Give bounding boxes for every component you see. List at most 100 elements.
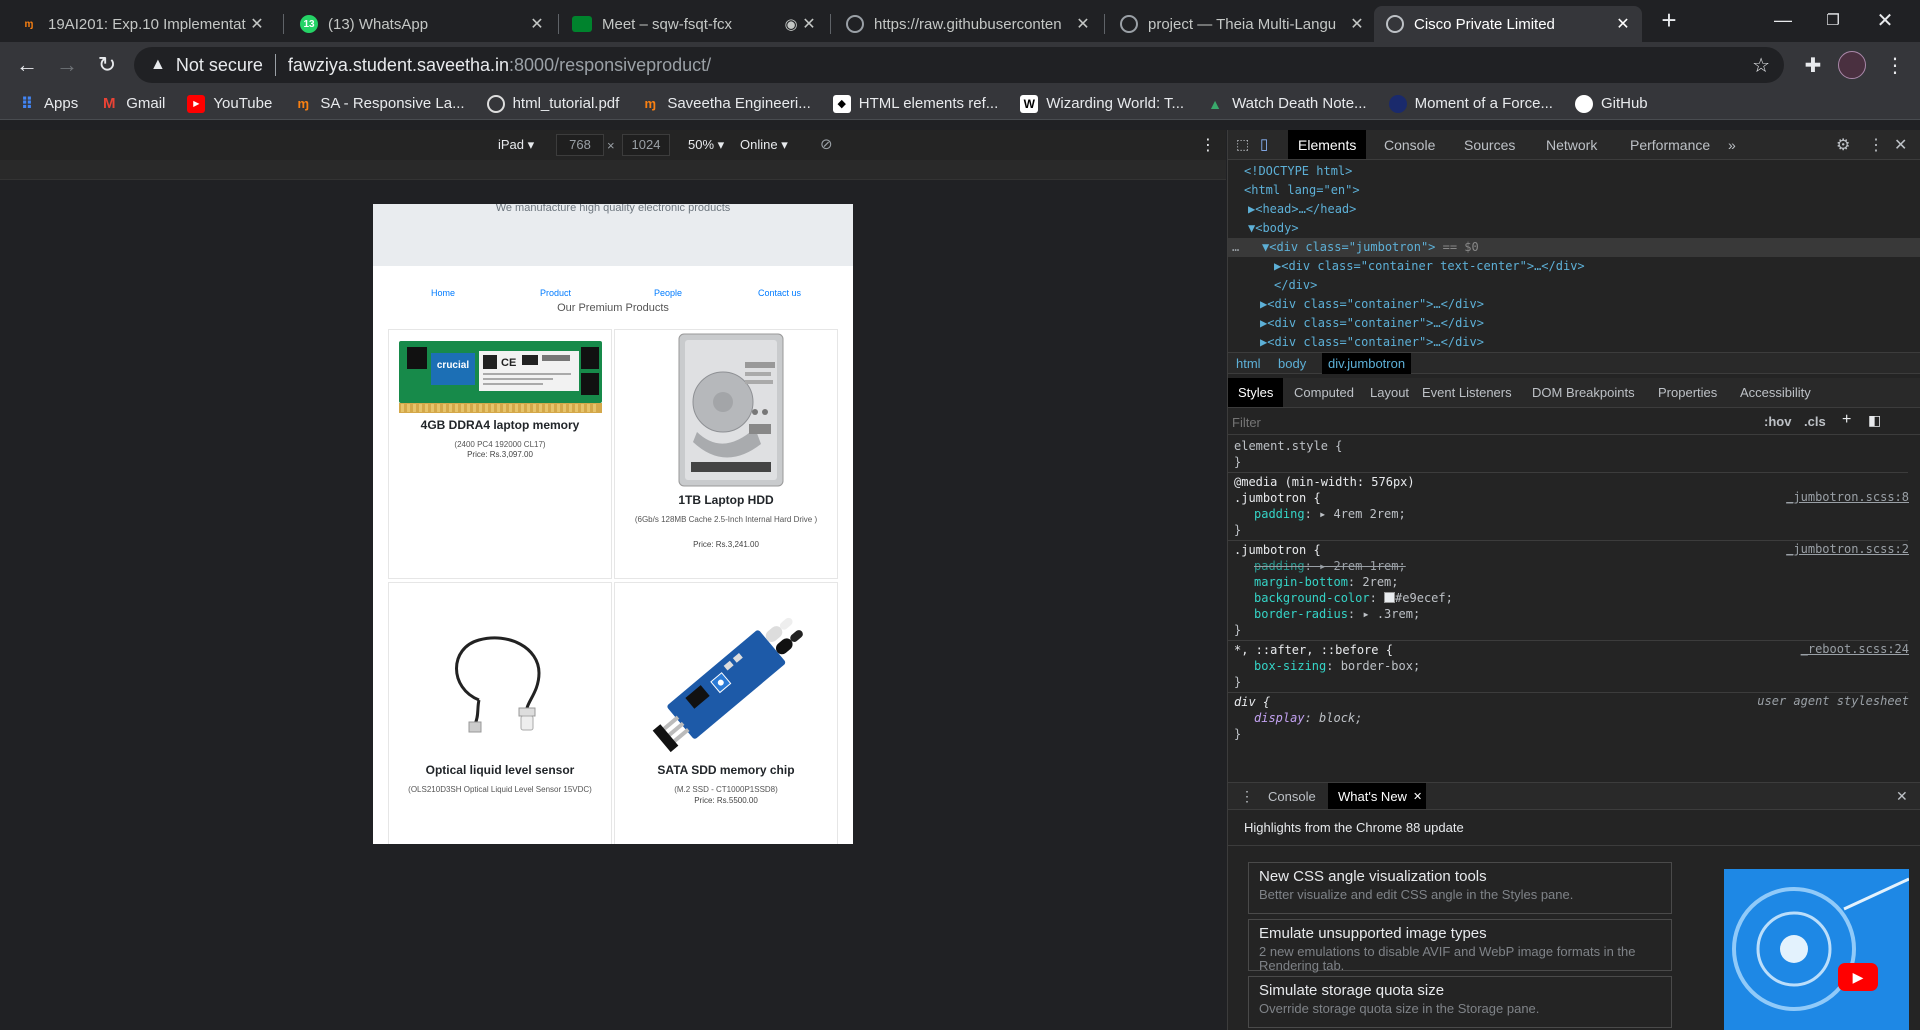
bookmark-star-icon[interactable]: ☆ [1752, 53, 1770, 78]
styles-tab-styles[interactable]: Styles [1228, 378, 1284, 407]
network-throttle-select[interactable]: Online ▾ [740, 137, 788, 153]
bookmark-youtube[interactable]: ▶ YouTube [187, 94, 272, 113]
product-card[interactable]: SATA SDD memory chip (M.2 SSD - CT1000P1… [614, 582, 838, 844]
rule-element-style[interactable]: element.style { [1234, 438, 1342, 454]
styles-tab-event-listeners[interactable]: Event Listeners [1412, 378, 1522, 407]
close-tab-icon[interactable]: ✕ [1348, 14, 1366, 34]
dom-node[interactable]: ▶<div class="container">…</div> [1228, 295, 1920, 314]
tab-github-raw[interactable]: https://raw.githubuserconten ✕ [834, 6, 1102, 42]
dom-node[interactable]: ▼<body> [1228, 219, 1920, 238]
bookmark-wizarding-world[interactable]: W Wizarding World: T... [1020, 94, 1184, 113]
styles-filter-input[interactable] [1232, 412, 1652, 432]
device-width-input[interactable]: 768 [556, 134, 604, 156]
rule-selector[interactable]: *, ::after, ::before { [1234, 642, 1393, 658]
hov-toggle[interactable]: :hov [1764, 414, 1791, 429]
nav-home[interactable]: Home [431, 288, 455, 298]
bookmark-gmail[interactable]: M Gmail [100, 95, 165, 113]
drawer-tab-console[interactable]: Console [1258, 783, 1326, 809]
tab-moodle[interactable]: ɱ 19AI201: Exp.10 Implementat ✕ [8, 6, 276, 42]
whats-new-card[interactable]: Emulate unsupported image types 2 new em… [1248, 919, 1672, 973]
dom-node[interactable]: </div> [1228, 276, 1920, 295]
nav-people[interactable]: People [654, 288, 682, 298]
extensions-puzzle-icon[interactable]: ✚ [1796, 48, 1830, 82]
kebab-menu-icon[interactable]: ⋮ [1878, 48, 1912, 82]
rule-source-link[interactable]: _jumbotron.scss:8 [1786, 490, 1909, 504]
styles-tab-layout[interactable]: Layout [1360, 378, 1419, 407]
rule-selector[interactable]: div { [1234, 694, 1270, 710]
styles-tab-dom-breakpoints[interactable]: DOM Breakpoints [1522, 378, 1645, 407]
product-card[interactable]: crucial CE 4GB DDRA4 laptop memory (2400… [388, 329, 612, 579]
css-property[interactable]: padding [1254, 507, 1305, 521]
bookmark-moment-force[interactable]: Moment of a Force... [1388, 94, 1553, 113]
whats-new-card[interactable]: Simulate storage quota size Override sto… [1248, 976, 1672, 1028]
css-value[interactable]: 4rem 2rem; [1333, 507, 1405, 521]
device-toggle-icon[interactable]: ▯ [1260, 135, 1268, 153]
bookmark-saveetha[interactable]: ɱ Saveetha Engineeri... [641, 95, 811, 113]
cls-toggle[interactable]: .cls [1804, 414, 1826, 429]
zoom-select[interactable]: 50% ▾ [688, 137, 724, 153]
dom-node-selected[interactable]: … ▼<div class="jumbotron"> == $0 [1228, 238, 1920, 257]
breadcrumb-body[interactable]: body [1278, 356, 1306, 371]
dom-node[interactable]: ▶<div class="container text-center">…</d… [1228, 257, 1920, 276]
devtools-more-tabs[interactable]: » [1718, 130, 1746, 159]
device-select[interactable]: iPad ▾ [498, 137, 534, 153]
tab-cisco[interactable]: Cisco Private Limited ✕ [1374, 6, 1642, 42]
rule-source-link[interactable]: _jumbotron.scss:2 [1786, 542, 1909, 556]
close-window-icon[interactable]: ✕ [1862, 4, 1908, 36]
dom-node[interactable]: ▶<head>…</head> [1228, 200, 1920, 219]
close-drawer-tab-icon[interactable]: ✕ [1413, 790, 1422, 803]
address-bar[interactable]: ▲ Not secure fawziya.student.saveetha.in… [134, 47, 1784, 83]
whats-new-video-thumbnail[interactable]: ▶ [1724, 869, 1909, 1030]
back-arrow-icon[interactable]: ← [10, 48, 44, 82]
styles-tab-computed[interactable]: Computed [1284, 378, 1364, 407]
bookmark-html-elements[interactable]: ◆ HTML elements ref... [832, 94, 998, 113]
rule-source-link[interactable]: _reboot.scss:24 [1801, 642, 1909, 656]
profile-avatar[interactable] [1838, 51, 1866, 79]
styles-tab-accessibility[interactable]: Accessibility [1730, 378, 1821, 407]
close-tab-icon[interactable]: ✕ [1074, 14, 1092, 34]
close-devtools-icon[interactable]: ✕ [1894, 135, 1907, 155]
close-tab-icon[interactable]: ✕ [248, 14, 266, 34]
media-query-bar[interactable] [0, 160, 1226, 180]
inspect-element-icon[interactable]: ⬚ [1236, 136, 1249, 153]
close-tab-icon[interactable]: ✕ [800, 14, 818, 34]
devtools-tab-sources[interactable]: Sources [1454, 130, 1525, 159]
settings-gear-icon[interactable]: ⚙ [1836, 135, 1850, 155]
bookmark-sa-responsive[interactable]: ɱ SA - Responsive La... [294, 95, 465, 113]
device-more-icon[interactable]: ⋮ [1200, 135, 1216, 155]
drawer-tab-whats-new[interactable]: What's New ✕ [1328, 783, 1427, 809]
tab-meet[interactable]: Meet – sqw-fsqt-fcx ◉ ✕ [560, 6, 828, 42]
breadcrumb-html[interactable]: html [1236, 356, 1261, 371]
reload-icon[interactable]: ↻ [90, 48, 124, 82]
nav-product[interactable]: Product [540, 288, 571, 298]
dom-node[interactable]: <!DOCTYPE html> [1228, 162, 1920, 181]
close-drawer-icon[interactable]: ✕ [1896, 788, 1908, 805]
tab-whatsapp[interactable]: 13 (13) WhatsApp ✕ [288, 6, 556, 42]
new-rule-plus-icon[interactable]: + [1842, 411, 1851, 429]
device-height-input[interactable]: 1024 [622, 134, 670, 156]
devtools-tab-network[interactable]: Network [1536, 130, 1607, 159]
youtube-play-icon[interactable]: ▶ [1838, 963, 1878, 991]
devtools-menu-icon[interactable]: ⋮ [1868, 135, 1884, 155]
dom-node[interactable]: ▶<div class="container">…</div> [1228, 333, 1920, 352]
bookmark-html-tutorial[interactable]: html_tutorial.pdf [486, 94, 619, 113]
devtools-tab-console[interactable]: Console [1374, 130, 1445, 159]
security-indicator[interactable]: Not secure [176, 55, 263, 76]
tab-theia[interactable]: project — Theia Multi-Langu ✕ [1108, 6, 1376, 42]
rotate-icon[interactable]: ⊘ [820, 135, 833, 153]
close-tab-icon[interactable]: ✕ [528, 14, 546, 34]
bookmark-death-note[interactable]: ▲ Watch Death Note... [1206, 95, 1366, 113]
new-tab-plus-icon[interactable]: + [1646, 4, 1692, 36]
rule-selector[interactable]: .jumbotron { [1234, 490, 1321, 506]
drawer-menu-icon[interactable]: ⋮ [1240, 788, 1254, 805]
nav-contact[interactable]: Contact us [758, 288, 801, 298]
whats-new-card[interactable]: New CSS angle visualization tools Better… [1248, 862, 1672, 914]
minimize-icon[interactable]: — [1760, 4, 1806, 36]
devtools-tab-elements[interactable]: Elements [1288, 130, 1367, 159]
product-card[interactable]: 1TB Laptop HDD (6Gb/s 128MB Cache 2.5-In… [614, 329, 838, 579]
devtools-tab-performance[interactable]: Performance [1620, 130, 1720, 159]
bookmark-apps[interactable]: ⠿ Apps [18, 95, 78, 113]
close-tab-icon[interactable]: ✕ [1614, 14, 1632, 34]
forward-arrow-icon[interactable]: → [50, 48, 84, 82]
rule-selector[interactable]: .jumbotron { [1234, 542, 1321, 558]
